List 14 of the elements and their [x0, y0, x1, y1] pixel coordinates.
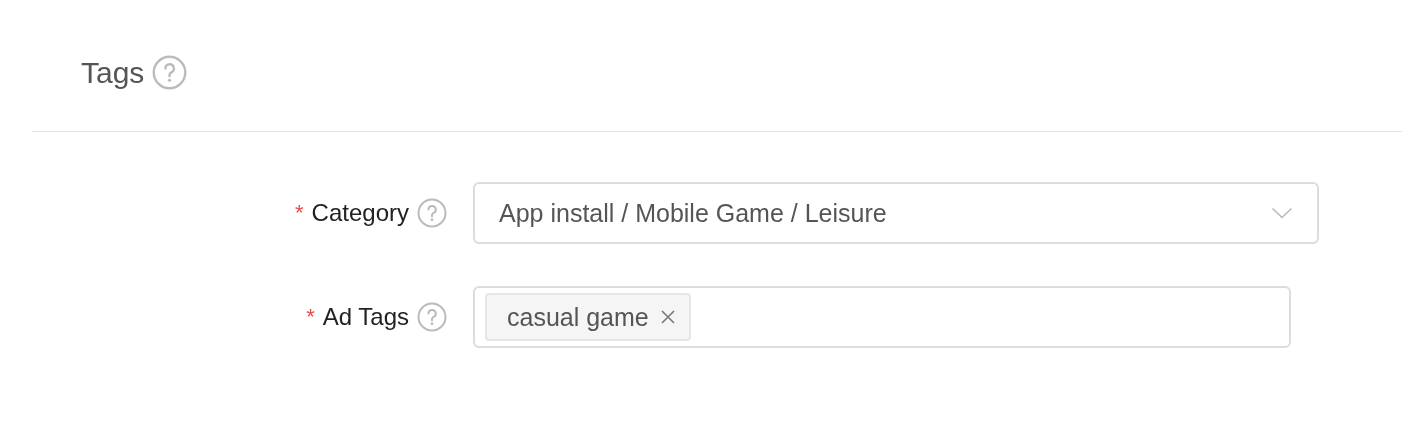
required-asterisk: * — [295, 200, 304, 226]
category-select[interactable]: App install / Mobile Game / Leisure — [473, 182, 1319, 244]
section-title: Tags — [81, 55, 145, 90]
chevron-down-icon — [1271, 207, 1293, 219]
help-icon — [417, 198, 447, 228]
help-icon — [152, 55, 188, 90]
tag-chip: casual game — [485, 293, 691, 341]
field-label: Category — [311, 199, 409, 227]
field-label: Ad Tags — [322, 303, 409, 331]
help-icon — [417, 302, 447, 332]
tags-input[interactable]: casual game — [473, 286, 1291, 348]
close-icon[interactable] — [660, 310, 675, 324]
required-asterisk: * — [306, 304, 315, 330]
select-value: App install / Mobile Game / Leisure — [499, 198, 887, 228]
